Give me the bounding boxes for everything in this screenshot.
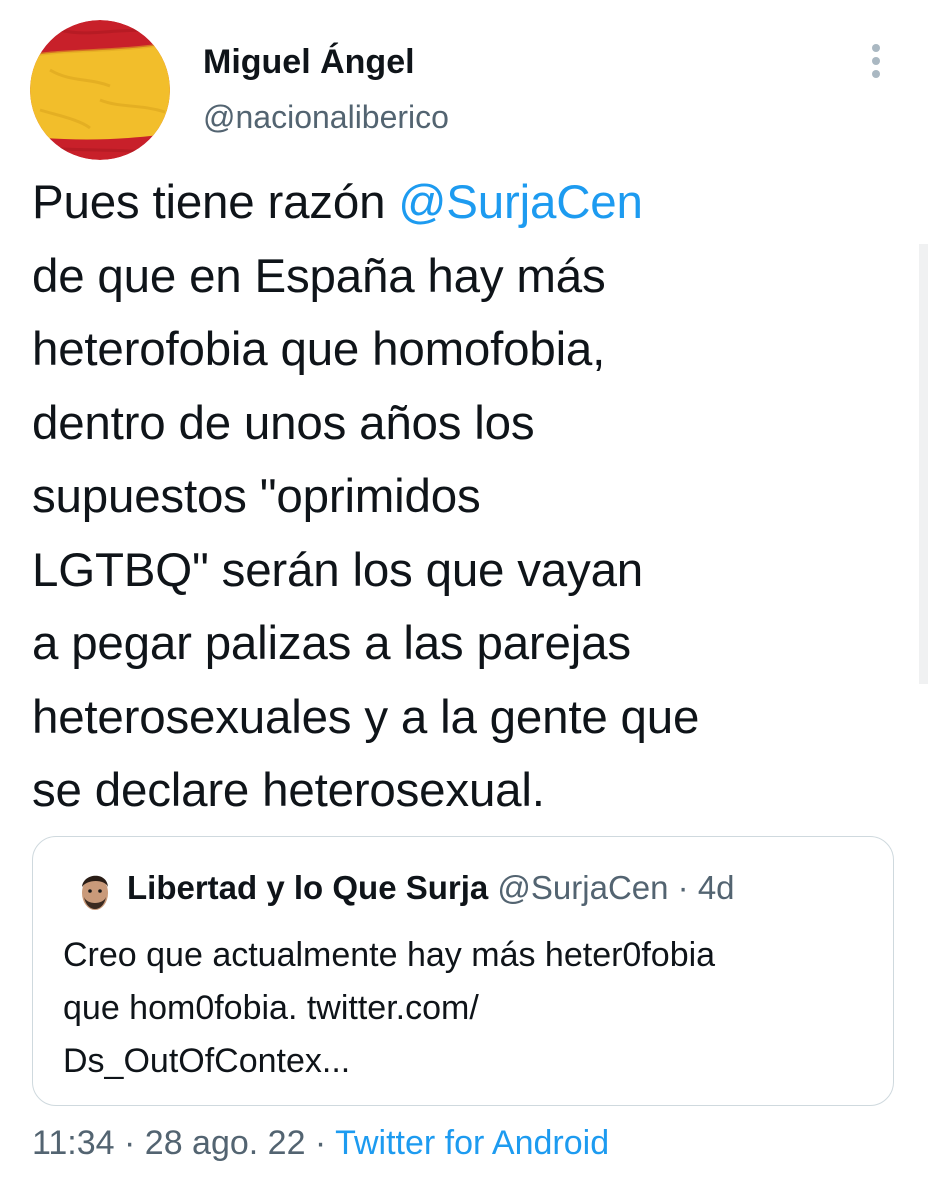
spain-flag-avatar-icon bbox=[30, 20, 170, 160]
tweet-footer: 11:34 · 28 ago. 22 · Twitter for Android bbox=[32, 1124, 609, 1163]
quoted-author-name[interactable]: Libertad y lo Que Surja bbox=[127, 869, 488, 906]
tweet-view: Miguel Ángel @nacionaliberico Pues tiene… bbox=[0, 0, 928, 1200]
user-avatar-icon bbox=[82, 875, 108, 910]
tweet-line: se declare heterosexual. bbox=[32, 764, 545, 817]
vertical-ellipsis-icon bbox=[872, 44, 880, 78]
more-options-button[interactable] bbox=[856, 36, 896, 86]
author-avatar[interactable] bbox=[30, 20, 170, 160]
tweet-body: Pues tiene razón @SurjaCen de que en Esp… bbox=[32, 166, 902, 828]
quoted-tweet-card[interactable]: Libertad y lo Que Surja @SurjaCen · 4d C… bbox=[32, 836, 894, 1106]
separator-dot: · bbox=[668, 869, 698, 906]
tweet-line: dentro de unos años los bbox=[32, 396, 535, 450]
tweet-line: a pegar palizas a las parejas bbox=[32, 617, 631, 670]
quoted-tweet-body: Creo que actualmente hay más heter0fobia… bbox=[63, 929, 873, 1088]
quoted-tweet-line: Creo que actualmente hay más heter0fobia bbox=[63, 936, 716, 974]
quoted-tweet-header: Libertad y lo Que Surja @SurjaCen · 4d bbox=[127, 869, 735, 907]
tweet-source-link[interactable]: Twitter for Android bbox=[335, 1124, 609, 1162]
scrollbar[interactable] bbox=[919, 244, 928, 684]
tweet-line: LGTBQ" serán los que vayan bbox=[32, 543, 644, 597]
quoted-tweet-age[interactable]: 4d bbox=[698, 869, 735, 906]
tweet-line: heterosexuales y a la gente que bbox=[32, 690, 700, 744]
tweet-line: supuestos "oprimidos bbox=[32, 470, 481, 523]
tweet-line: heterofobia que homofobia, bbox=[32, 323, 606, 376]
quoted-tweet-line: que hom0fobia. twitter.com/ bbox=[63, 989, 479, 1027]
quoted-author-avatar[interactable] bbox=[75, 867, 115, 917]
author-handle[interactable]: @nacionaliberico bbox=[203, 99, 449, 136]
tweet-line-prefix: Pues tiene razón bbox=[32, 176, 399, 229]
author-name[interactable]: Miguel Ángel bbox=[203, 43, 415, 82]
mention-link[interactable]: @SurjaCen bbox=[398, 176, 643, 229]
quoted-author-handle[interactable]: @SurjaCen bbox=[497, 869, 668, 906]
tweet-line: de que en España hay más bbox=[32, 249, 606, 303]
quoted-tweet-line: Ds_OutOfContex... bbox=[63, 1042, 351, 1080]
separator-dot: · bbox=[114, 1124, 145, 1162]
tweet-line-1: Pues tiene razón @SurjaCen bbox=[32, 166, 902, 240]
separator-dot: · bbox=[305, 1124, 336, 1162]
tweet-date[interactable]: 28 ago. 22 bbox=[145, 1124, 306, 1162]
tweet-time[interactable]: 11:34 bbox=[32, 1124, 115, 1162]
